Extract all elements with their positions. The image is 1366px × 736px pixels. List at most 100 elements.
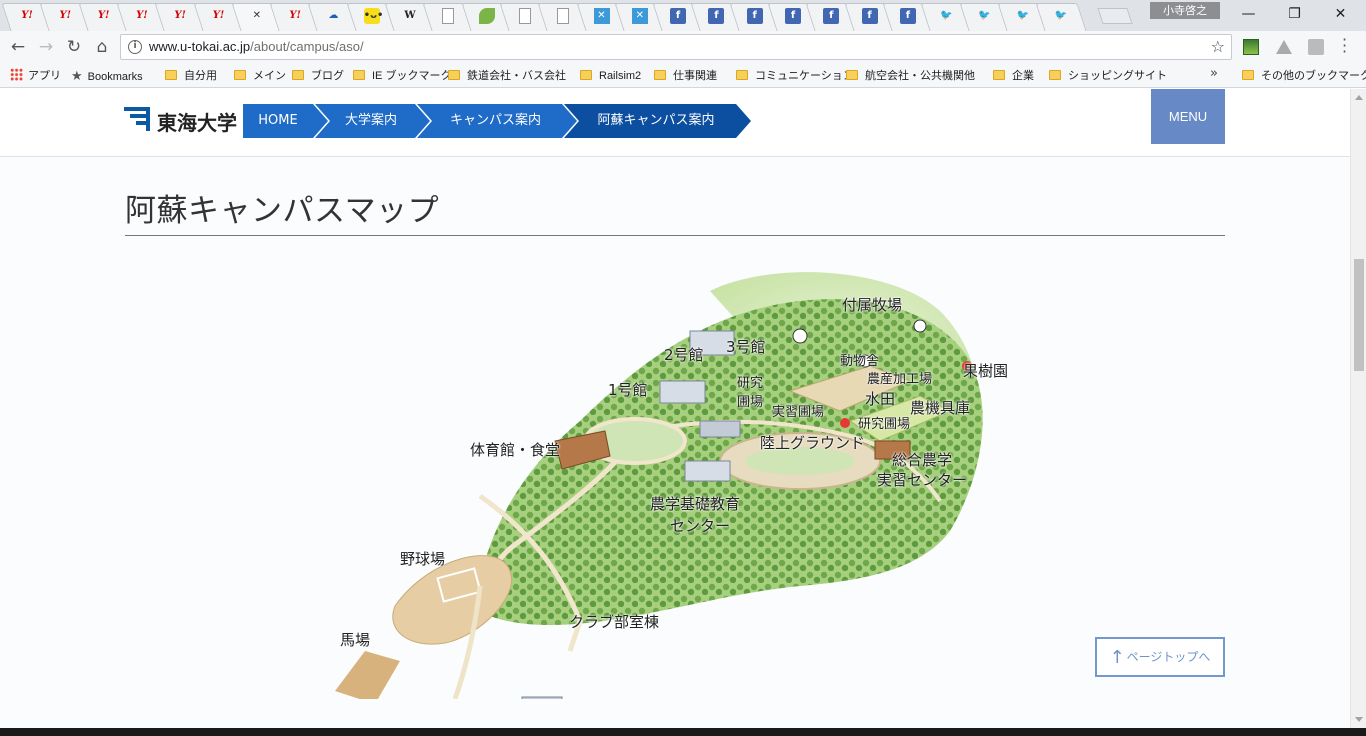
university-logo[interactable]: 東海大学 <box>124 105 239 135</box>
close-icon[interactable]: ✕ <box>249 8 265 24</box>
breadcrumb-home[interactable]: HOME <box>243 104 330 138</box>
star-icon: ★ <box>71 68 83 83</box>
twitter-icon: 🐦 <box>1054 10 1068 21</box>
address-bar[interactable]: i www.u-tokai.ac.jp/about/campus/aso/ ☆ <box>120 34 1232 60</box>
bookmarks-overflow-button[interactable]: » <box>1210 66 1218 81</box>
breadcrumb-about[interactable]: 大学案内 <box>315 104 432 138</box>
map-label-track: 陸上グラウンド <box>760 434 866 452</box>
twitter-icon: 🐦 <box>1016 10 1030 21</box>
folder-icon <box>1049 70 1061 80</box>
profile-name[interactable]: 小寺啓之 <box>1150 2 1220 19</box>
browser-menu-icon[interactable]: · · · <box>1342 32 1348 60</box>
back-button[interactable]: ← <box>6 36 30 58</box>
yahoo-icon: Y! <box>174 10 186 21</box>
bookmark-item[interactable]: ★ Bookmarks <box>71 67 143 85</box>
scroll-down-arrow-icon[interactable] <box>1355 717 1363 722</box>
twitter-icon: 🐦 <box>939 10 953 21</box>
map-label-agri-center-a: 総合農学 <box>892 451 953 469</box>
bookmark-item[interactable]: コミュニケーション <box>736 67 854 85</box>
page-title: 阿蘇キャンパスマップ <box>125 193 440 229</box>
map-label-horse: 馬場 <box>340 631 371 649</box>
bookmark-label: IE ブックマーク <box>372 70 452 82</box>
bookmark-label: Railsim2 <box>599 70 642 82</box>
bookmark-label: ショッピングサイト <box>1068 70 1167 82</box>
forward-button[interactable]: → <box>34 36 58 58</box>
info-icon[interactable]: i <box>128 40 142 54</box>
facebook-icon: f <box>746 8 763 24</box>
tab-strip: Y! Y! Y! Y! Y! Y! ✕ Y! ☁ •ᴗ• W ✕ ✕ f f f f f f f 🐦 🐦 🐦 🐦 小寺啓之 —… <box>0 0 1366 31</box>
bookmark-item[interactable]: 鉄道会社・バス会社 <box>448 67 566 85</box>
bookmark-label: 航空会社・公共機関他 <box>865 70 975 82</box>
yahoo-icon: Y! <box>59 10 72 21</box>
face-icon: •ᴗ• <box>363 8 383 24</box>
bookmark-item[interactable]: アプリ <box>10 67 61 85</box>
scroll-up-arrow-icon[interactable] <box>1355 95 1363 100</box>
scrollbar-thumb[interactable] <box>1354 259 1364 371</box>
breadcrumb-label: HOME <box>258 113 298 128</box>
bookmark-label: ブログ <box>311 70 344 82</box>
document-icon <box>557 8 570 24</box>
map-label-research-b: 圃場 <box>737 395 764 410</box>
campus-map: 付属牧場 2号館 3号館 動物舎 農産加工場 果樹園 1号館 研究 圃場 実習圃… <box>330 271 1008 712</box>
twitter-icon: 🐦 <box>978 10 991 21</box>
bookmark-item[interactable]: ショッピングサイト <box>1049 67 1167 85</box>
breadcrumb-arrow <box>562 104 577 138</box>
image-extension-icon[interactable] <box>1243 39 1259 55</box>
document-icon <box>442 8 455 24</box>
bookmark-label: 自分用 <box>184 70 217 82</box>
page-content: 東海大学 HOME 大学案内 キャンパス案内 阿蘇キャンパス案内 MENU 阿蘇… <box>0 89 1350 728</box>
pdf-extension-icon[interactable] <box>1308 39 1324 55</box>
breadcrumb-aso-campus[interactable]: 阿蘇キャンパス案内 <box>564 104 751 138</box>
map-label-bldg1: 1号館 <box>608 381 648 399</box>
bookmark-item[interactable]: 企業 <box>993 67 1034 85</box>
map-label-research-field2: 研究圃場 <box>858 417 911 432</box>
map-label-bldg2: 2号館 <box>664 346 704 364</box>
new-tab-button[interactable] <box>1097 8 1133 24</box>
folder-icon <box>448 70 460 80</box>
window-close-button[interactable]: ✕ <box>1318 0 1363 28</box>
browser-tab[interactable]: 🐦 <box>1035 3 1087 31</box>
bookmark-star-icon[interactable]: ☆ <box>1211 37 1225 56</box>
url-domain: www.u-tokai.ac.jp <box>149 39 251 54</box>
other-bookmarks-label: その他のブックマーク <box>1261 70 1366 82</box>
vertical-scrollbar[interactable] <box>1350 89 1366 728</box>
folder-icon <box>1242 70 1254 80</box>
bookmark-item[interactable]: IE ブックマーク <box>353 67 451 85</box>
bookmark-item[interactable]: 航空会社・公共機関他 <box>846 67 975 85</box>
bookmark-item[interactable]: メイン <box>234 67 286 85</box>
breadcrumb-campus[interactable]: キャンパス案内 <box>417 104 579 138</box>
browser-window: Y! Y! Y! Y! Y! Y! ✕ Y! ☁ •ᴗ• W ✕ ✕ f f f f f f f 🐦 🐦 🐦 🐦 小寺啓之 —… <box>0 0 1366 736</box>
map-label-processing: 農産加工場 <box>867 372 933 387</box>
yahoo-icon: Y! <box>21 10 33 21</box>
bookmark-item[interactable]: Railsim2 <box>580 67 641 85</box>
map-label-farm: 付属牧場 <box>842 296 903 314</box>
other-bookmarks[interactable]: その他のブックマーク <box>1242 67 1366 85</box>
facebook-icon: f <box>708 8 725 24</box>
map-label-agri-center-b: 実習センター <box>877 471 968 489</box>
folder-icon <box>654 70 666 80</box>
bookmark-item[interactable]: ブログ <box>292 67 344 85</box>
arrow-up-icon: ↑ <box>1109 647 1125 668</box>
map-label-research-a: 研究 <box>737 376 764 391</box>
facebook-icon: f <box>785 8 801 24</box>
menu-button[interactable]: MENU <box>1151 89 1225 144</box>
facebook-icon: f <box>899 8 916 24</box>
url-path: /about/campus/aso/ <box>250 39 364 54</box>
minimize-button[interactable]: — <box>1226 0 1271 28</box>
folder-icon <box>846 70 858 80</box>
os-taskbar <box>0 728 1366 736</box>
breadcrumb-label: 大学案内 <box>344 113 397 128</box>
title-divider <box>125 235 1225 236</box>
url-text[interactable]: www.u-tokai.ac.jp/about/campus/aso/ <box>149 39 364 54</box>
bookmark-item[interactable]: 自分用 <box>165 67 217 85</box>
breadcrumb-arrow <box>415 104 430 138</box>
apps-icon <box>10 68 23 81</box>
reload-button[interactable]: ↻ <box>62 36 86 58</box>
map-label-orchard: 果樹園 <box>963 362 1009 380</box>
restore-button[interactable]: ❐ <box>1272 0 1317 28</box>
breadcrumb-arrow <box>313 104 328 138</box>
page-top-button[interactable]: ↑ ページトップへ <box>1095 637 1225 677</box>
drive-extension-icon[interactable] <box>1276 40 1292 54</box>
bookmark-item[interactable]: 仕事関連 <box>654 67 717 85</box>
home-button[interactable]: ⌂ <box>90 36 114 58</box>
